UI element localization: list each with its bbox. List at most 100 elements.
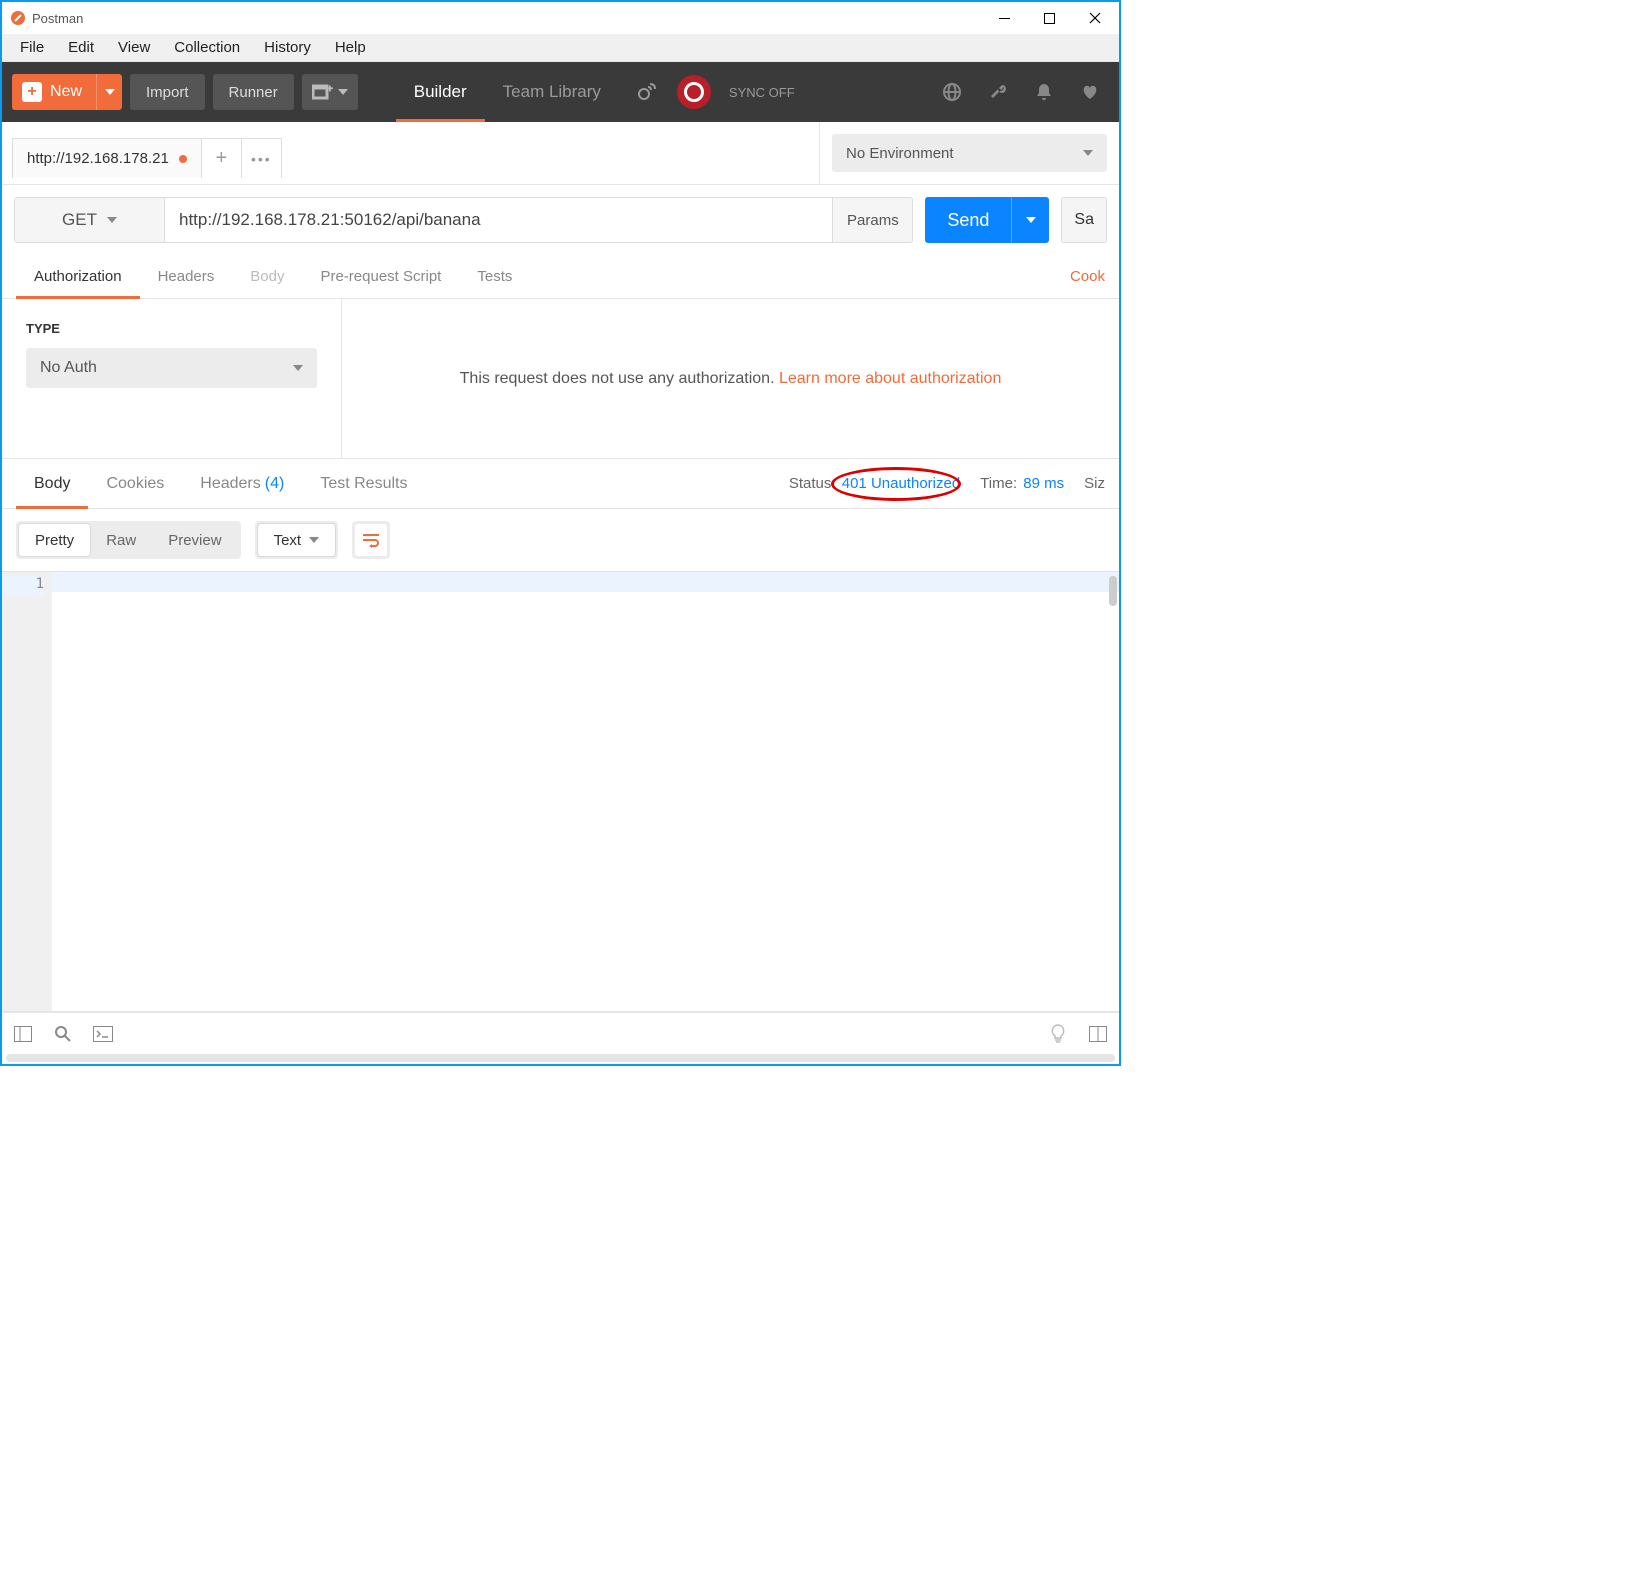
time-label: Time: [980, 475, 1017, 492]
window-close-button[interactable] [1072, 2, 1117, 34]
statusbar [2, 1012, 1119, 1054]
wrench-icon[interactable] [983, 77, 1013, 107]
line-number: 1 [2, 576, 44, 596]
view-preview[interactable]: Preview [152, 524, 237, 556]
menu-history[interactable]: History [252, 36, 323, 59]
find-icon[interactable] [52, 1023, 74, 1045]
chevron-down-icon [1083, 150, 1093, 156]
save-button[interactable]: Sa [1061, 197, 1107, 243]
size-label: Siz [1084, 475, 1105, 492]
chevron-down-icon [309, 537, 319, 543]
auth-info: This request does not use any authorizat… [342, 299, 1119, 458]
scrollbar-vertical[interactable] [1109, 576, 1117, 606]
menu-view[interactable]: View [106, 36, 162, 59]
new-button-label: New [50, 83, 82, 101]
auth-type-label: TYPE [26, 321, 317, 336]
resp-tab-cookies[interactable]: Cookies [88, 459, 182, 508]
authorization-panel: TYPE No Auth This request does not use a… [2, 299, 1119, 459]
response-view-row: Pretty Raw Preview Text [2, 509, 1119, 572]
new-window-button[interactable]: + [302, 74, 358, 110]
request-tab-active[interactable]: http://192.168.178.21 [12, 138, 202, 178]
bell-icon[interactable] [1029, 77, 1059, 107]
window-title: Postman [32, 11, 83, 26]
request-tab-strip: http://192.168.178.21 + ••• [2, 122, 819, 184]
record-icon[interactable] [677, 75, 711, 109]
console-icon[interactable] [92, 1023, 114, 1045]
subtab-headers[interactable]: Headers [140, 255, 233, 298]
resp-tab-tests[interactable]: Test Results [302, 459, 425, 508]
auth-info-text: This request does not use any authorizat… [460, 370, 779, 387]
plus-icon: + [22, 82, 42, 102]
scrollbar-horizontal[interactable] [2, 1054, 1119, 1064]
menu-collection[interactable]: Collection [162, 36, 252, 59]
response-body-editor[interactable]: 1 [2, 572, 1119, 1012]
wrap-lines-button[interactable] [352, 521, 390, 559]
time-value: 89 ms [1023, 475, 1064, 492]
subtab-prerequest[interactable]: Pre-request Script [302, 255, 459, 298]
environment-panel: No Environment [819, 122, 1119, 184]
subtab-body[interactable]: Body [232, 255, 302, 298]
titlebar: Postman [2, 2, 1119, 34]
line-gutter: 1 [2, 572, 52, 1011]
import-button[interactable]: Import [130, 74, 205, 110]
window-minimize-button[interactable] [982, 2, 1027, 34]
status-label: Status: [789, 475, 836, 492]
view-mode-group: Pretty Raw Preview [16, 521, 241, 559]
send-button[interactable]: Send [925, 197, 1011, 243]
resp-tab-body[interactable]: Body [16, 459, 88, 508]
resp-headers-count: (4) [265, 475, 285, 493]
auth-type-value: No Auth [40, 359, 97, 377]
resp-tab-headers-label: Headers [200, 475, 260, 493]
heart-icon[interactable] [1075, 77, 1105, 107]
cookies-link[interactable]: Cook [1070, 268, 1105, 285]
params-button[interactable]: Params [832, 198, 912, 242]
new-button[interactable]: + New [12, 74, 122, 110]
chevron-down-icon [293, 365, 303, 371]
add-tab-button[interactable]: + [202, 138, 242, 178]
environment-select[interactable]: No Environment [832, 134, 1107, 172]
main-toolbar: + New Import Runner + Builder Team Libra… [2, 62, 1119, 122]
two-pane-icon[interactable] [1087, 1023, 1109, 1045]
lightbulb-icon[interactable] [1047, 1023, 1069, 1045]
tab-team-library[interactable]: Team Library [485, 62, 619, 122]
postman-logo-icon [10, 10, 26, 26]
url-input[interactable]: http://192.168.178.21:50162/api/banana [165, 198, 832, 242]
new-dropdown-caret[interactable] [96, 74, 122, 110]
sync-status[interactable]: SYNC OFF [729, 85, 795, 100]
unsaved-indicator-icon [179, 155, 187, 163]
view-pretty[interactable]: Pretty [19, 524, 90, 556]
request-row: GET http://192.168.178.21:50162/api/bana… [2, 185, 1119, 255]
word-wrap-icon [361, 532, 381, 548]
auth-type-select[interactable]: No Auth [26, 348, 317, 388]
auth-learn-more-link[interactable]: Learn more about authorization [779, 370, 1001, 387]
view-raw[interactable]: Raw [90, 524, 152, 556]
tab-builder[interactable]: Builder [396, 62, 485, 122]
menu-help[interactable]: Help [323, 36, 378, 59]
sidebar-toggle-icon[interactable] [12, 1023, 34, 1045]
menubar: File Edit View Collection History Help [2, 34, 1119, 62]
menu-file[interactable]: File [8, 36, 56, 59]
send-dropdown[interactable] [1011, 197, 1049, 243]
lang-select[interactable]: Text [255, 521, 339, 559]
method-label: GET [62, 210, 97, 230]
annotation-circle-icon [831, 467, 961, 501]
request-tab-label: http://192.168.178.21 [27, 150, 169, 167]
svg-text:+: + [327, 84, 333, 95]
tab-options-button[interactable]: ••• [242, 138, 282, 178]
response-sub-tabs: Body Cookies Headers (4) Test Results St… [2, 459, 1119, 509]
request-sub-tabs: Authorization Headers Body Pre-request S… [2, 255, 1119, 299]
subtab-tests[interactable]: Tests [459, 255, 530, 298]
response-meta: Status: 401 Unauthorized Time: 89 ms Siz [789, 475, 1105, 492]
chevron-down-icon [107, 217, 117, 223]
capture-requests-icon[interactable] [631, 77, 661, 107]
globe-icon[interactable] [937, 77, 967, 107]
method-select[interactable]: GET [15, 198, 165, 242]
menu-edit[interactable]: Edit [56, 36, 106, 59]
record-inner-icon [684, 82, 704, 102]
url-value: http://192.168.178.21:50162/api/banana [179, 210, 481, 230]
window-maximize-button[interactable] [1027, 2, 1072, 34]
runner-button[interactable]: Runner [213, 74, 294, 110]
subtab-authorization[interactable]: Authorization [16, 255, 140, 298]
resp-tab-headers[interactable]: Headers (4) [182, 459, 302, 508]
lang-label: Text [274, 532, 302, 549]
